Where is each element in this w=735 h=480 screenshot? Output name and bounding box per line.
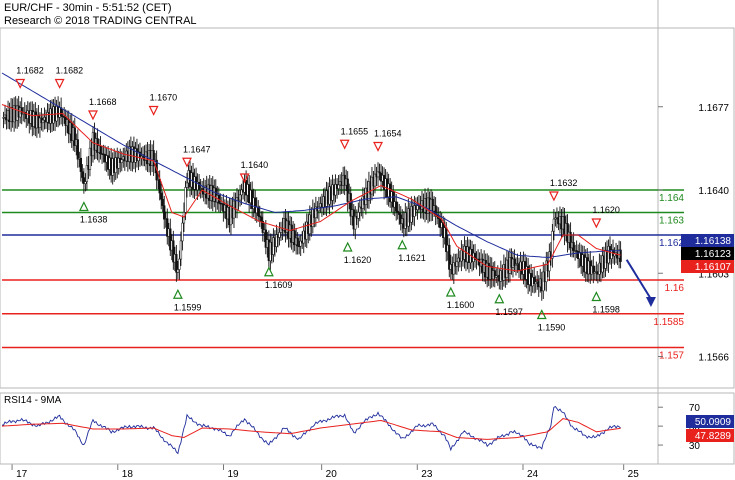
price-candle-body <box>120 159 123 163</box>
chart-copyright: Research © 2018 TRADING CENTRAL <box>4 15 197 27</box>
price-candle-body <box>163 205 166 220</box>
level-label: 1.16 <box>665 283 685 294</box>
trough-label: 1.1638 <box>80 215 108 225</box>
eurchf-chart: 1.1641.1631.1621.161.15851.1571.16771.16… <box>0 0 735 480</box>
rsi-value-text: 47.8289 <box>695 431 732 442</box>
price-candle-body <box>337 184 340 189</box>
price-candle-body <box>572 242 575 251</box>
price-candle-body <box>416 205 419 210</box>
x-tick-label: 17 <box>16 469 28 480</box>
price-candle-body <box>296 237 299 247</box>
y-tick-label: 1.1677 <box>698 103 729 114</box>
price-candle-body <box>176 269 180 273</box>
peak-label: 1.1668 <box>89 97 117 107</box>
trough-label: 1.1599 <box>174 302 202 312</box>
price-candle-body <box>79 157 82 172</box>
price-candle-body <box>181 222 184 242</box>
rsi-tick-label: 70 <box>689 403 701 414</box>
price-candle-body <box>182 212 186 224</box>
price-candle-body <box>257 206 260 217</box>
price-candle-body <box>185 182 189 188</box>
x-tick-label: 23 <box>421 469 433 480</box>
price-candle-body <box>395 201 398 212</box>
price-candle-body <box>619 249 622 262</box>
price-label-text: 1.16138 <box>695 236 732 247</box>
price-candle-body <box>81 171 84 178</box>
level-label: 1.162 <box>659 238 684 249</box>
price-candle-body <box>179 240 183 260</box>
peak-label: 1.1670 <box>150 93 178 103</box>
peak-label: 1.1620 <box>592 205 620 215</box>
price-candle-body <box>84 181 87 184</box>
price-candle-body <box>357 212 360 219</box>
price-candle-body <box>178 258 181 270</box>
price-candle-body <box>238 194 242 201</box>
x-tick-label: 20 <box>326 469 338 480</box>
trough-label: 1.1597 <box>495 307 523 317</box>
price-label-text: 1.16123 <box>695 249 732 260</box>
y-tick-label: 1.1566 <box>698 353 729 364</box>
trough-label: 1.1600 <box>447 300 475 310</box>
x-tick-label: 18 <box>122 469 134 480</box>
price-candle-body <box>552 218 556 232</box>
trough-label: 1.1621 <box>398 253 426 263</box>
x-tick-label: 19 <box>227 469 239 480</box>
price-candle-body <box>534 281 537 285</box>
peak-label: 1.1682 <box>56 66 84 76</box>
price-candle-body <box>184 187 187 213</box>
y-tick-label: 1.1640 <box>698 186 729 197</box>
x-tick-label: 24 <box>527 469 539 480</box>
price-candle-body <box>161 198 164 206</box>
price-candle-body <box>455 261 459 267</box>
peak-label: 1.1655 <box>341 126 369 136</box>
price-candle-body <box>398 212 401 215</box>
chart-title: EUR/CHF - 30min - 5:51:52 (CET) <box>4 2 171 14</box>
price-candle-body <box>197 181 201 190</box>
price-label-text: 1.16107 <box>695 262 732 273</box>
level-label: 1.164 <box>659 193 684 204</box>
trough-label: 1.1620 <box>344 255 372 265</box>
peak-label: 1.1647 <box>183 144 211 154</box>
price-candle-body <box>41 119 45 124</box>
price-candle-body <box>158 179 161 194</box>
peak-label: 1.1632 <box>550 178 578 188</box>
price-candle-body <box>160 192 163 200</box>
x-tick-label: 25 <box>628 469 640 480</box>
trough-label: 1.1590 <box>538 323 566 333</box>
rsi-tick-label: 30 <box>689 441 701 452</box>
price-candle-body <box>76 139 79 160</box>
trough-label: 1.1598 <box>592 305 620 315</box>
peak-label: 1.1640 <box>241 160 269 170</box>
price-candle-body <box>278 232 281 238</box>
price-candle-body <box>260 216 263 222</box>
peak-label: 1.1682 <box>16 66 44 76</box>
level-label: 1.1585 <box>653 317 684 328</box>
trough-label: 1.1609 <box>265 280 293 290</box>
price-candle-body <box>317 206 321 212</box>
rsi-title: RSI14 - 9MA <box>4 395 62 406</box>
level-label: 1.163 <box>659 216 684 227</box>
rsi-value-text: 50.0909 <box>695 417 732 428</box>
price-candle-body <box>99 145 102 154</box>
chart-background <box>0 0 735 480</box>
peak-label: 1.1654 <box>374 129 402 139</box>
